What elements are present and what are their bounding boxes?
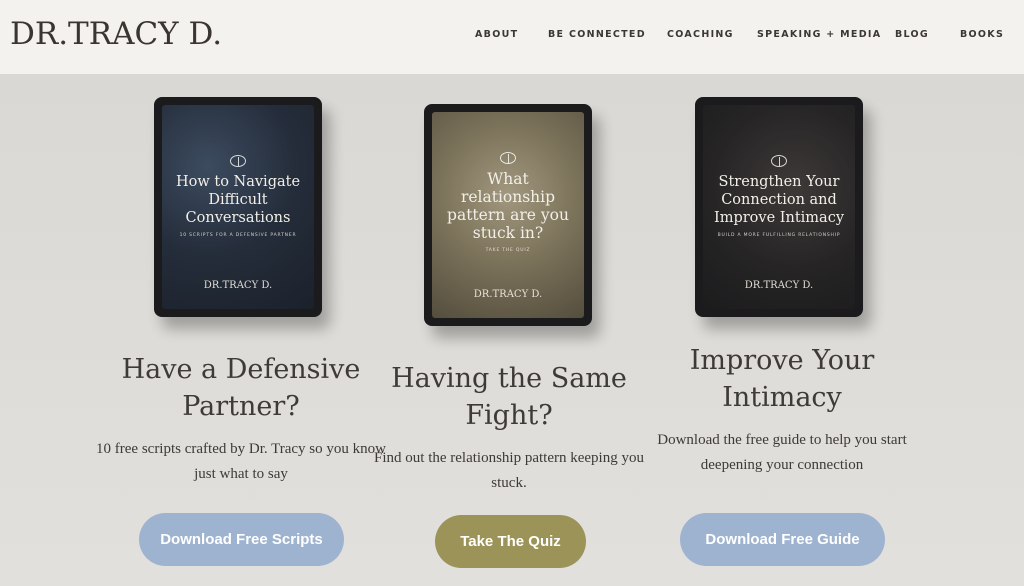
leaf-icon <box>500 152 516 164</box>
ebook-subtitle: Take the Quiz <box>485 248 531 253</box>
take-quiz-button[interactable]: Take The Quiz <box>435 515 586 568</box>
nav-be-connected[interactable]: BE CONNECTED <box>548 29 646 43</box>
nav-about[interactable]: ABOUT <box>475 29 518 43</box>
ebook-tablet-guide[interactable]: Strengthen Your Connection and Improve I… <box>695 97 863 317</box>
ebook-cover: What relationship pattern are you stuck … <box>432 112 584 318</box>
ebook-brand: DR.TRACY D. <box>203 280 273 291</box>
ebook-subtitle: Build a More Fulfilling Relationship <box>717 233 841 238</box>
nav-books[interactable]: BOOKS <box>960 29 1004 43</box>
ebook-brand: DR.TRACY D. <box>473 289 543 300</box>
card-heading: Improve Your Intimacy <box>689 345 875 413</box>
ebook-brand: DR.TRACY D. <box>744 280 814 291</box>
ebook-cover: How to Navigate Difficult Conversations … <box>162 105 314 309</box>
ebook-title: How to Navigate Difficult Conversations <box>175 174 301 226</box>
card-description: 10 free scripts crafted by Dr. Tracy so … <box>96 441 386 482</box>
download-scripts-button[interactable]: Download Free Scripts <box>139 513 344 566</box>
card-description: Download the free guide to help you star… <box>657 432 907 473</box>
nav-blog[interactable]: BLOG <box>895 29 929 43</box>
site-logo[interactable]: DR.TRACY D. <box>10 16 222 52</box>
site-header: DR.TRACY D. ABOUT BE CONNECTED COACHING … <box>0 0 1024 74</box>
nav-coaching[interactable]: COACHING <box>667 29 734 43</box>
ebook-tablet-quiz[interactable]: What relationship pattern are you stuck … <box>424 104 592 326</box>
nav-speaking-media[interactable]: SPEAKING + MEDIA <box>757 29 881 43</box>
download-guide-button[interactable]: Download Free Guide <box>680 513 885 566</box>
ebook-subtitle: 10 Scripts for a Defensive Partner <box>179 233 297 238</box>
leaf-icon <box>230 155 246 167</box>
ebook-cover: Strengthen Your Connection and Improve I… <box>703 105 855 309</box>
leaf-icon <box>771 155 787 167</box>
card-heading: Having the Same Fight? <box>391 363 627 431</box>
ebook-title: Strengthen Your Connection and Improve I… <box>713 174 845 226</box>
card-heading: Have a Defensive Partner? <box>121 354 361 422</box>
ebook-title: What relationship pattern are you stuck … <box>447 170 569 242</box>
ebook-tablet-scripts[interactable]: How to Navigate Difficult Conversations … <box>154 97 322 317</box>
card-description: Find out the relationship pattern keepin… <box>374 450 644 491</box>
